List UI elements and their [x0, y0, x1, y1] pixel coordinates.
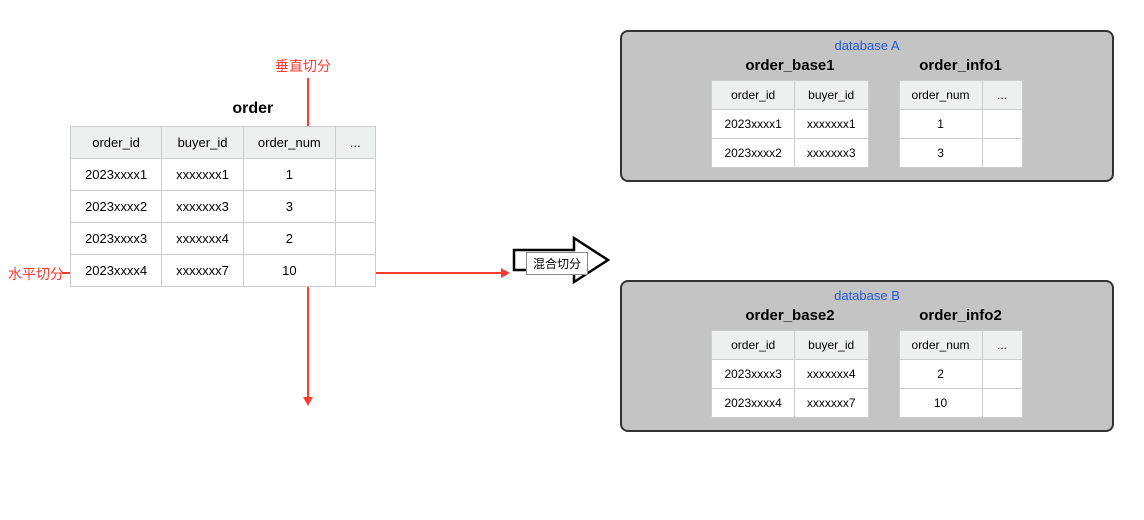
order-base1-table: order_id buyer_id 2023xxxx1xxxxxxx1 2023…: [711, 80, 868, 168]
horizontal-split-label: 水平切分: [8, 264, 64, 284]
col-header: buyer_id: [794, 331, 868, 360]
table-row: 2023xxxx2 xxxxxxx3 3: [71, 191, 376, 223]
table-row: 2023xxxx4 xxxxxxx7 10: [71, 255, 376, 287]
col-header: buyer_id: [162, 127, 244, 159]
order-info1-section: order_info1 order_num ... 1 3: [899, 57, 1023, 168]
order-info2-table: order_num ... 2 10: [899, 330, 1023, 418]
col-header: ...: [335, 127, 375, 159]
order-info2-title: order_info2: [919, 307, 1002, 324]
table-row: 2023xxxx3xxxxxxx4: [712, 360, 868, 389]
order-info1-title: order_info1: [919, 57, 1002, 74]
order-base2-section: order_base2 order_id buyer_id 2023xxxx3x…: [711, 307, 868, 418]
table-row: 3: [899, 139, 1022, 168]
table-row: 2023xxxx3 xxxxxxx4 2: [71, 223, 376, 255]
database-a-box: database A order_base1 order_id buyer_id…: [620, 30, 1114, 182]
table-row: 10: [899, 389, 1022, 418]
table-row: 2023xxxx2xxxxxxx3: [712, 139, 868, 168]
table-row: 1: [899, 110, 1022, 139]
col-header: order_id: [71, 127, 162, 159]
col-header: order_num: [899, 81, 982, 110]
order-base1-title: order_base1: [745, 57, 834, 74]
table-row: 2023xxxx1 xxxxxxx1 1: [71, 159, 376, 191]
source-section: order order_id buyer_id order_num ... 20…: [70, 100, 376, 287]
col-header: ...: [982, 81, 1022, 110]
order-info2-section: order_info2 order_num ... 2 10: [899, 307, 1023, 418]
col-header: order_id: [712, 81, 794, 110]
mixed-split-label: 混合切分: [526, 252, 588, 275]
vertical-split-label: 垂直切分: [275, 56, 331, 76]
source-table: order_id buyer_id order_num ... 2023xxxx…: [70, 126, 376, 287]
order-base1-section: order_base1 order_id buyer_id 2023xxxx1x…: [711, 57, 868, 168]
database-b-box: database B order_base2 order_id buyer_id…: [620, 280, 1114, 432]
col-header: buyer_id: [794, 81, 868, 110]
order-base2-table: order_id buyer_id 2023xxxx3xxxxxxx4 2023…: [711, 330, 868, 418]
col-header: order_num: [899, 331, 982, 360]
order-base2-title: order_base2: [745, 307, 834, 324]
table-row: 2023xxxx4xxxxxxx7: [712, 389, 868, 418]
order-info1-table: order_num ... 1 3: [899, 80, 1023, 168]
database-b-label: database B: [634, 288, 1100, 303]
table-header-row: order_id buyer_id order_num ...: [71, 127, 376, 159]
col-header: order_num: [243, 127, 335, 159]
col-header: ...: [982, 331, 1022, 360]
source-table-title: order: [70, 100, 376, 118]
col-header: order_id: [712, 331, 794, 360]
table-row: 2: [899, 360, 1022, 389]
table-row: 2023xxxx1xxxxxxx1: [712, 110, 868, 139]
database-a-label: database A: [634, 38, 1100, 53]
